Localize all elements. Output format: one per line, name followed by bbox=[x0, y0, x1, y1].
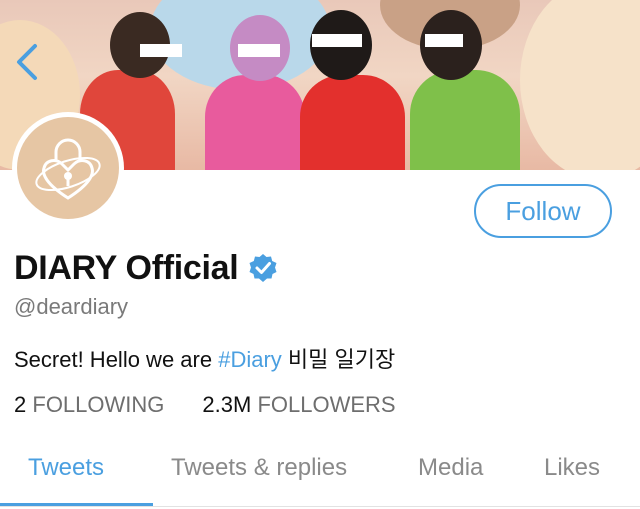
tab-media[interactable]: Media bbox=[418, 454, 483, 482]
bio-korean-text: 비밀 일기장 bbox=[281, 347, 396, 372]
verified-badge-icon bbox=[249, 254, 277, 282]
following-count: 2 bbox=[14, 392, 27, 417]
followers-label: FOLLOWERS bbox=[257, 392, 396, 417]
profile-name-row: DIARY Official bbox=[14, 246, 278, 290]
heart-padlock-icon bbox=[35, 138, 101, 200]
profile-tabs: Tweets Tweets & replies Media Likes bbox=[0, 440, 640, 509]
display-name: DIARY Official bbox=[14, 248, 239, 287]
followers-count: 2.3M bbox=[202, 392, 252, 417]
profile-bio: Secret! Hello we are #Diary 비밀 일기장 bbox=[14, 342, 395, 374]
profile-stats: 2 FOLLOWING 2.3M FOLLOWERS bbox=[14, 392, 396, 418]
bio-hashtag-link[interactable]: #Diary bbox=[218, 347, 282, 372]
tab-likes[interactable]: Likes bbox=[544, 454, 600, 482]
followers-stat[interactable]: 2.3M FOLLOWERS bbox=[202, 392, 395, 417]
back-button[interactable] bbox=[10, 40, 44, 84]
chevron-left-icon bbox=[17, 44, 37, 80]
following-stat[interactable]: 2 FOLLOWING bbox=[14, 392, 164, 417]
tab-tweets[interactable]: Tweets bbox=[28, 454, 104, 482]
following-label: FOLLOWING bbox=[32, 392, 165, 417]
avatar-image bbox=[17, 117, 119, 219]
tab-tweets-replies[interactable]: Tweets & replies bbox=[171, 454, 347, 482]
profile-handle: @deardiary bbox=[14, 294, 129, 319]
tabs-divider bbox=[0, 506, 640, 507]
follow-button[interactable]: Follow bbox=[474, 184, 612, 238]
avatar[interactable] bbox=[12, 112, 124, 224]
bio-text: Secret! Hello we are bbox=[14, 347, 219, 372]
